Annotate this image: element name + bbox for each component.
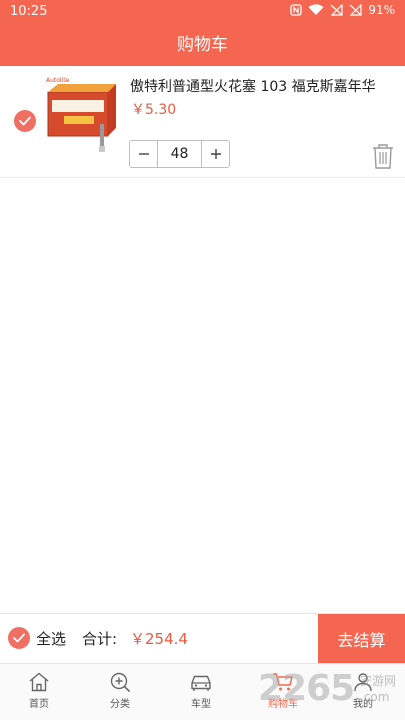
quantity-input[interactable]: 48 <box>158 141 201 167</box>
home-icon <box>29 672 49 692</box>
tab-mine[interactable]: 我的 <box>333 666 393 718</box>
cart-icon <box>273 673 293 691</box>
nfc-icon <box>290 4 302 16</box>
tab-category[interactable]: 分类 <box>90 666 150 718</box>
product-brand-logo: Autolite <box>46 77 70 84</box>
page-title: 购物车 <box>0 24 405 66</box>
product-title[interactable]: 傲特利普通型火花塞 103 福克斯嘉年华 <box>130 76 395 96</box>
car-icon <box>191 675 211 691</box>
user-icon <box>354 673 372 692</box>
item-select-checkbox[interactable] <box>14 110 36 132</box>
increase-quantity-button[interactable] <box>201 141 229 167</box>
check-icon <box>13 633 25 643</box>
select-all-label[interactable]: 全选 <box>36 628 66 649</box>
status-icons: 91% <box>290 3 395 17</box>
product-price: ￥5.30 <box>131 102 177 118</box>
check-icon <box>19 116 31 126</box>
category-icon <box>110 672 130 692</box>
tab-label: 分类 <box>110 699 130 710</box>
checkout-button[interactable]: 去结算 <box>318 614 405 663</box>
total-amount: ￥254.4 <box>130 630 188 648</box>
minus-icon <box>138 153 149 155</box>
battery-percent: 91% <box>368 3 395 17</box>
delete-item-button[interactable] <box>371 142 395 170</box>
total-label: 合计: <box>82 630 118 648</box>
tab-cart[interactable]: 购物车 <box>253 666 313 718</box>
tab-home[interactable]: 首页 <box>9 666 69 718</box>
product-image[interactable]: Autolite <box>44 76 116 164</box>
tab-label: 首页 <box>29 699 49 710</box>
signal-icon <box>330 4 343 16</box>
quantity-stepper: 48 <box>129 140 230 168</box>
tab-car-model[interactable]: 车型 <box>171 666 231 718</box>
tab-label: 车型 <box>191 699 211 710</box>
tab-label: 购物车 <box>268 699 298 710</box>
status-bar: 10:25 91% <box>0 0 405 24</box>
plus-icon <box>210 149 221 159</box>
wifi-icon <box>308 4 324 15</box>
select-all-checkbox[interactable] <box>8 627 30 649</box>
status-time: 10:25 <box>10 4 48 19</box>
trash-icon <box>373 144 393 169</box>
signal-off-icon <box>349 4 362 16</box>
tab-label: 我的 <box>353 699 373 710</box>
decrease-quantity-button[interactable] <box>130 141 158 167</box>
